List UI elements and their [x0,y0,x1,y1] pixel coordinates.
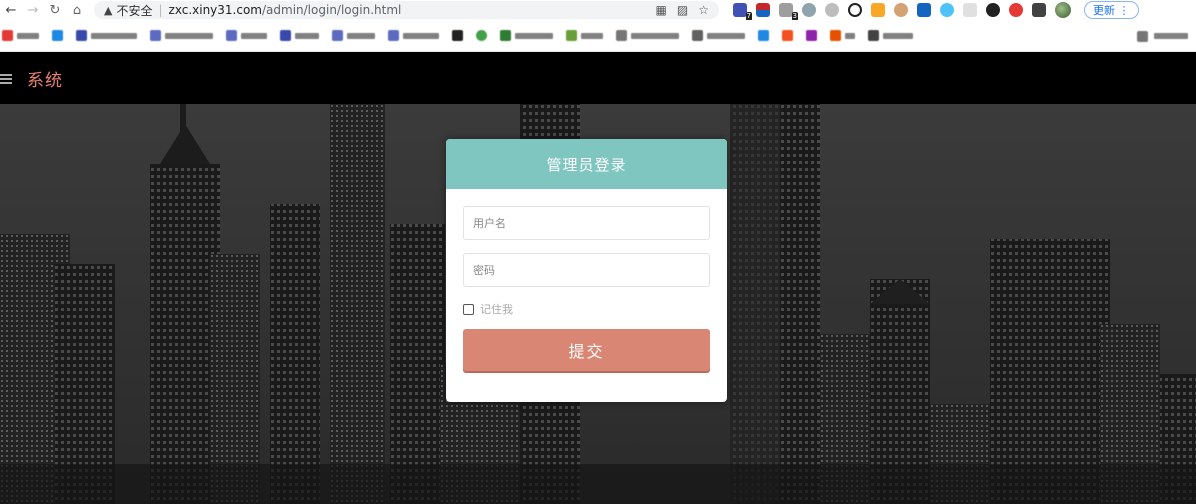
block-icon[interactable] [848,3,862,17]
bookmark-item[interactable] [782,30,793,41]
bookmark-icon [566,30,577,41]
remember-label: 记住我 [480,303,513,316]
login-header: 管理员登录 [446,139,727,189]
bookmark-item[interactable] [52,30,63,41]
back-arrow-icon[interactable]: ← [0,0,22,20]
folder-icon [1137,30,1148,42]
extension-icon[interactable] [871,3,885,17]
bookmarks-bar [0,20,1196,52]
login-card: 管理员登录 记住我 提交 [446,139,727,402]
bookmark-icon [76,30,87,41]
bookmark-item[interactable] [758,30,769,41]
extension-icon[interactable]: 3 [779,3,798,21]
bookmark-icon [500,30,511,41]
warning-icon: ▲ [104,3,113,17]
password-input[interactable] [463,253,710,287]
bookmark-icon [868,30,879,41]
bookmark-item[interactable] [226,30,267,41]
bookmark-icon [388,30,399,41]
bookmark-item[interactable] [692,30,745,41]
paragraph-icon[interactable] [917,3,931,17]
bookmark-item[interactable] [280,30,319,41]
bookmark-item[interactable] [476,30,487,41]
extension-icon[interactable] [802,3,816,17]
submit-button[interactable]: 提交 [463,329,710,371]
ip-icon[interactable] [963,3,977,17]
bookmark-item[interactable] [388,30,439,41]
extension-icon[interactable]: 7 [733,3,752,21]
bookmark-item[interactable] [616,30,679,41]
address-separator: | [158,3,163,17]
url-text: zxc.xiny31.com/admin/login/login.html [169,3,402,17]
bookmark-icon [782,30,793,41]
bookmark-item[interactable] [830,30,855,41]
bookmark-icon [52,30,63,41]
browser-toolbar: ← → ↻ ⌂ ▲ 不安全 | zxc.xiny31.com/admin/log… [0,0,1196,21]
url-host: zxc.xiny31.com [168,3,262,17]
username-input[interactable] [463,206,710,240]
bookmark-item[interactable] [2,30,39,41]
bookmark-icon [806,30,817,41]
app-title: 系统 [27,71,63,91]
puzzle-icon[interactable] [1032,3,1046,17]
bookmark-item[interactable] [150,30,213,41]
forward-arrow-icon[interactable]: → [22,0,44,20]
bookmark-item[interactable] [868,30,913,41]
bookmark-icon [280,30,291,41]
security-label: 不安全 [116,3,153,18]
bookmark-icon [332,30,343,41]
bookmark-icon [830,30,841,41]
bookmark-item[interactable] [500,30,553,41]
bookmark-item[interactable] [76,30,137,41]
extension-icon[interactable] [1009,3,1023,17]
remember-me[interactable]: 记住我 [463,301,513,317]
extensions-bar: 7 3 更新 ⋮ [733,1,1139,21]
bookmark-item[interactable] [806,30,817,41]
bookmark-item[interactable] [566,30,603,41]
bookmark-icon [226,30,237,41]
app-header: 系统 [0,53,1196,104]
bookmark-item[interactable] [332,30,375,41]
flag-extension-icon[interactable] [756,3,770,17]
address-bar[interactable]: ▲ 不安全 | zxc.xiny31.com/admin/login/login… [94,1,719,19]
url-path: /admin/login/login.html [262,3,402,17]
hamburger-menu-icon[interactable] [0,73,12,84]
extension-icon[interactable] [940,3,954,17]
update-button[interactable]: 更新 ⋮ [1084,1,1139,19]
evernote-icon[interactable] [986,3,1000,17]
bookmark-icon [758,30,769,41]
other-bookmarks[interactable] [1137,20,1188,51]
qr-code-icon[interactable]: ▦ [656,3,667,17]
bookmark-icon [150,30,161,41]
home-icon[interactable]: ⌂ [66,0,88,20]
translate-icon[interactable]: ▨ [677,3,688,17]
bookmark-icon [692,30,703,41]
reload-icon[interactable]: ↻ [44,0,66,20]
update-label: 更新 [1093,4,1115,17]
bookmark-item[interactable] [452,30,463,41]
cookie-icon[interactable] [894,3,908,17]
bookmark-star-icon[interactable]: ☆ [698,3,709,17]
page-root: ← → ↻ ⌂ ▲ 不安全 | zxc.xiny31.com/admin/log… [0,0,1196,504]
bookmark-icon [476,30,487,41]
extension-icon[interactable] [825,3,839,17]
bookmark-icon [452,30,463,41]
bookmark-icon [616,30,627,41]
avatar[interactable] [1055,2,1071,18]
bookmark-icon [2,30,13,41]
remember-checkbox[interactable] [463,303,474,315]
